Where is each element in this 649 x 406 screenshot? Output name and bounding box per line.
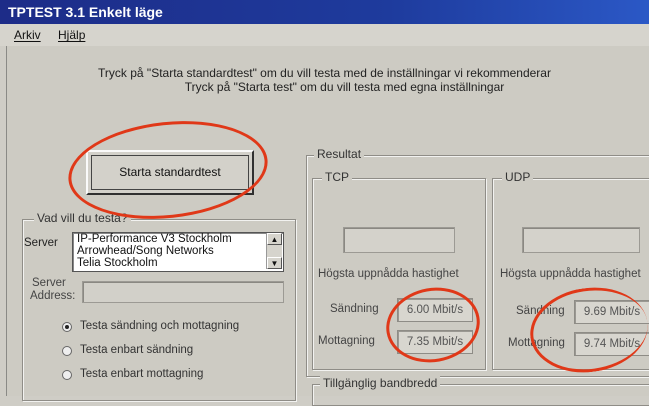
menu-hjalp[interactable]: Hjälp: [58, 24, 85, 46]
tcp-receive-label: Mottagning: [318, 335, 375, 347]
server-address-label-line2: Address:: [30, 290, 76, 302]
radio-receive-only-label: Testa enbart mottagning: [80, 368, 204, 380]
tcp-max-speed-heading: Högsta uppnådda hastighet: [318, 268, 459, 280]
instruction-line-2: Tryck på "Starta test" om du vill testa …: [184, 80, 505, 94]
window-title: TPTEST 3.1 Enkelt läge: [0, 0, 649, 24]
server-option[interactable]: Arrowhead/Song Networks: [73, 245, 283, 257]
server-option[interactable]: IP-Performance V3 Stockholm: [73, 233, 283, 245]
server-address-field[interactable]: [82, 281, 284, 303]
udp-progress-field: [522, 227, 640, 253]
results-title: Resultat: [314, 147, 365, 161]
scroll-up-icon[interactable]: ▲: [267, 233, 282, 245]
radio-send-and-receive[interactable]: [62, 322, 72, 332]
tcp-progress-field: [343, 227, 455, 253]
tcp-title: TCP: [322, 170, 352, 184]
instruction-line-1: Tryck på "Starta standardtest" om du vil…: [98, 66, 551, 80]
scroll-down-icon[interactable]: ▼: [267, 257, 282, 269]
udp-title: UDP: [502, 170, 534, 184]
server-label: Server: [24, 237, 58, 249]
radio-receive-only[interactable]: [62, 370, 72, 380]
server-listbox[interactable]: IP-Performance V3 Stockholm Arrowhead/So…: [72, 232, 284, 272]
bandwidth-title: Tillgänglig bandbredd: [320, 376, 441, 390]
server-address-label-line1: Server: [32, 277, 66, 289]
radio-send-only-label: Testa enbart sändning: [80, 344, 194, 356]
server-option[interactable]: Telia Stockholm: [73, 257, 283, 269]
udp-max-speed-heading: Högsta uppnådda hastighet: [500, 268, 641, 280]
server-list-scrollbar[interactable]: ▲ ▼: [266, 233, 282, 269]
menu-arkiv[interactable]: Arkiv: [14, 24, 41, 46]
radio-send-only[interactable]: [62, 346, 72, 356]
menu-bar: Arkiv Hjälp: [0, 24, 649, 46]
tcp-send-label: Sändning: [330, 303, 379, 315]
radio-send-and-receive-label: Testa sändning och mottagning: [80, 320, 240, 332]
